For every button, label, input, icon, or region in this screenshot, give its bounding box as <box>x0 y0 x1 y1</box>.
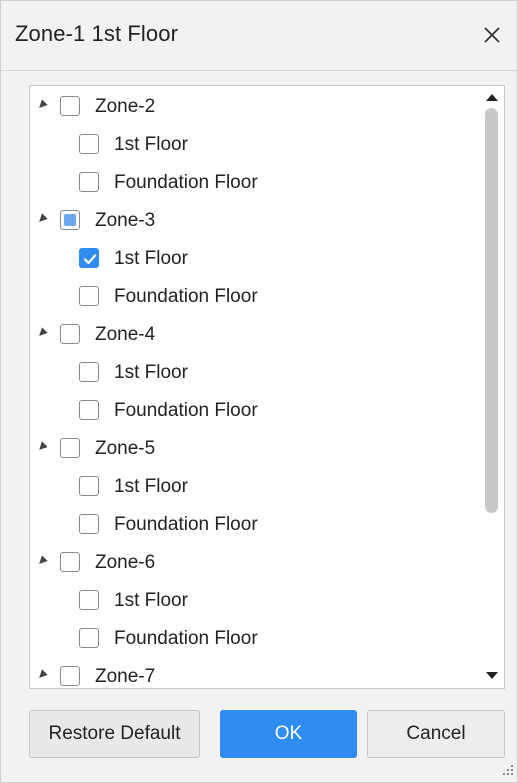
expand-triangle-icon[interactable] <box>36 99 48 111</box>
zone-checkbox[interactable] <box>60 666 80 686</box>
tree-floor-row[interactable]: Foundation Floor <box>30 165 480 199</box>
floor-checkbox[interactable] <box>79 590 99 610</box>
floor-label: Foundation Floor <box>114 172 258 193</box>
tree-zone-row[interactable]: Zone-4 <box>30 317 480 351</box>
dialog-title: Zone-1 1st Floor <box>15 21 179 46</box>
tree-floor-row[interactable]: Foundation Floor <box>30 279 480 313</box>
floor-checkbox[interactable] <box>79 400 99 420</box>
dialog-titlebar: Zone-1 1st Floor <box>1 1 517 71</box>
tree-floor-row[interactable]: 1st Floor <box>30 469 480 503</box>
scroll-down-arrow-icon[interactable] <box>486 672 498 679</box>
tree-floor-row[interactable]: 1st Floor <box>30 241 480 275</box>
floor-label: 1st Floor <box>114 476 188 497</box>
scrollbar-thumb[interactable] <box>485 108 498 513</box>
zone-label: Zone-7 <box>95 666 156 687</box>
floor-checkbox[interactable] <box>79 628 99 648</box>
tree-zone-row[interactable]: Zone-6 <box>30 545 480 579</box>
floor-checkbox[interactable] <box>79 248 99 268</box>
zone-label: Zone-6 <box>95 552 156 573</box>
floor-checkbox[interactable] <box>79 286 99 306</box>
zone-label: Zone-3 <box>95 210 156 231</box>
floor-checkbox[interactable] <box>79 476 99 496</box>
floor-checkbox[interactable] <box>79 134 99 154</box>
zone-checkbox[interactable] <box>60 552 80 572</box>
tree-floor-row[interactable]: 1st Floor <box>30 583 480 617</box>
expand-triangle-icon[interactable] <box>36 555 48 567</box>
expand-triangle-icon[interactable] <box>36 669 48 681</box>
zone-label: Zone-4 <box>95 324 156 345</box>
zone-checkbox[interactable] <box>60 210 80 230</box>
zone-label: Zone-2 <box>95 96 156 117</box>
floor-label: 1st Floor <box>114 248 188 269</box>
tree-zone-row[interactable]: Zone-2 <box>30 89 480 123</box>
expand-triangle-icon[interactable] <box>36 213 48 225</box>
close-icon <box>484 27 500 43</box>
floor-label: Foundation Floor <box>114 514 258 535</box>
floor-label: 1st Floor <box>114 590 188 611</box>
tree-floor-row[interactable]: Foundation Floor <box>30 393 480 427</box>
zone-checkbox[interactable] <box>60 324 80 344</box>
zone-label: Zone-5 <box>95 438 156 459</box>
zone-checkbox[interactable] <box>60 438 80 458</box>
tree-zone-row[interactable]: Zone-3 <box>30 203 480 237</box>
expand-triangle-icon[interactable] <box>36 327 48 339</box>
floor-checkbox[interactable] <box>79 172 99 192</box>
restore-default-button[interactable]: Restore Default <box>29 710 200 758</box>
resize-grip-icon[interactable] <box>501 763 515 777</box>
expand-triangle-icon[interactable] <box>36 441 48 453</box>
tree-floor-row[interactable]: Foundation Floor <box>30 507 480 541</box>
tree-zone-row[interactable]: Zone-7 <box>30 659 480 688</box>
vertical-scrollbar[interactable] <box>480 86 504 688</box>
floor-label: Foundation Floor <box>114 400 258 421</box>
floor-label: Foundation Floor <box>114 628 258 649</box>
zone-floor-dialog: Zone-1 1st Floor Zone-2 1st Floor Foundati… <box>0 0 518 783</box>
floor-checkbox[interactable] <box>79 514 99 534</box>
floor-label: 1st Floor <box>114 362 188 383</box>
scroll-up-arrow-icon[interactable] <box>486 94 498 101</box>
floor-label: 1st Floor <box>114 134 188 155</box>
floor-checkbox[interactable] <box>79 362 99 382</box>
cancel-button[interactable]: Cancel <box>367 710 505 758</box>
ok-button[interactable]: OK <box>220 710 357 758</box>
tree-zone-row[interactable]: Zone-5 <box>30 431 480 465</box>
tree-floor-row[interactable]: 1st Floor <box>30 355 480 389</box>
zone-checkbox[interactable] <box>60 96 80 116</box>
zone-tree-panel: Zone-2 1st Floor Foundation Floor Zone-3 1st… <box>29 85 505 689</box>
tree-floor-row[interactable]: 1st Floor <box>30 127 480 161</box>
close-button[interactable] <box>475 17 509 53</box>
tree-floor-row[interactable]: Foundation Floor <box>30 621 480 655</box>
floor-label: Foundation Floor <box>114 286 258 307</box>
